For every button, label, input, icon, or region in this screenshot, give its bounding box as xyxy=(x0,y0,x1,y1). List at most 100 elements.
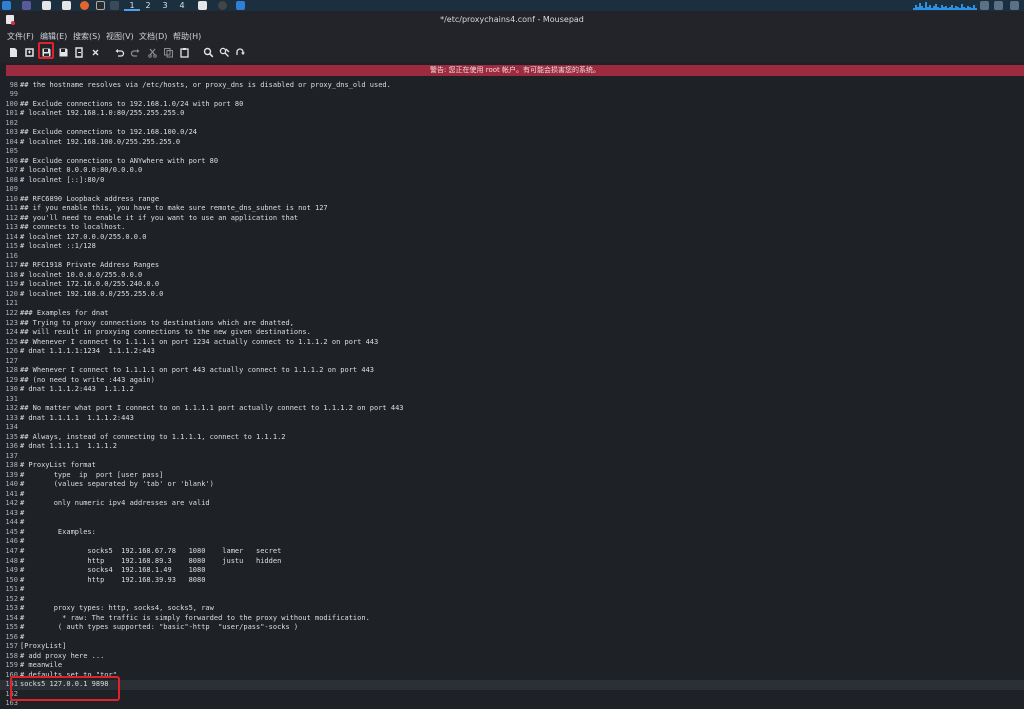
line-text[interactable]: ## you'll need to enable it if you want … xyxy=(18,214,298,224)
editor-line[interactable]: 110 ## RFC6890 Loopback address range xyxy=(0,195,1024,205)
editor-line[interactable]: 136 # dnat 1.1.1.1 1.1.1.2 xyxy=(0,442,1024,452)
mousepad-task-icon-2[interactable] xyxy=(218,1,227,10)
line-text[interactable]: # xyxy=(18,633,24,643)
line-text[interactable]: ## Exclude connections to 192.168.100.0/… xyxy=(18,128,197,138)
line-text[interactable]: # meanwile xyxy=(18,661,62,671)
menu-document[interactable]: 文档(D) xyxy=(139,31,167,42)
line-text[interactable]: ## RFC1918 Private Address Ranges xyxy=(18,261,159,271)
line-text[interactable]: # xyxy=(18,490,24,500)
line-text[interactable]: # localnet 0.0.0.0:80/0.0.0.0 xyxy=(18,166,142,176)
line-text[interactable]: # localnet 127.0.0.0/255.0.0.0 xyxy=(18,233,146,243)
copy-icon[interactable] xyxy=(163,47,174,58)
find-icon[interactable] xyxy=(203,47,214,58)
line-text[interactable]: # proxy types: http, socks4, socks5, raw xyxy=(18,604,214,614)
terminal-launcher-icon[interactable] xyxy=(22,1,31,10)
editor-line[interactable]: 141 # xyxy=(0,490,1024,500)
text-editor[interactable]: 98 ## the hostname resolves via /etc/host… xyxy=(0,78,1024,708)
editor-line[interactable]: 114 # localnet 127.0.0.0/255.0.0.0 xyxy=(0,233,1024,243)
editor-line[interactable]: 106 ## Exclude connections to ANYwhere wi… xyxy=(0,157,1024,167)
editor-line[interactable]: 109 xyxy=(0,185,1024,195)
editor-line[interactable]: 117 ## RFC1918 Private Address Ranges xyxy=(0,261,1024,271)
editor-line[interactable]: 108 # localnet [::]:80/0 xyxy=(0,176,1024,186)
workspace-1[interactable]: 1 xyxy=(124,0,140,11)
notification-icon[interactable] xyxy=(994,1,1003,10)
menu-search[interactable]: 搜索(S) xyxy=(73,31,100,42)
new-document-icon[interactable] xyxy=(8,47,19,58)
workspace-2[interactable]: 2 xyxy=(140,0,156,11)
workspace-3[interactable]: 3 xyxy=(157,0,173,11)
network-icon[interactable] xyxy=(980,1,989,10)
line-text[interactable]: # localnet ::1/128 xyxy=(18,242,96,252)
line-text[interactable]: # dnat 1.1.1.2:443 1.1.1.2 xyxy=(18,385,134,395)
editor-line[interactable]: 142 # only numeric ipv4 addresses are val… xyxy=(0,499,1024,509)
editor-line[interactable]: 121 xyxy=(0,299,1024,309)
menu-edit[interactable]: 编辑(E) xyxy=(40,31,67,42)
line-text[interactable]: # xyxy=(18,585,24,595)
line-text[interactable]: # type ip port [user pass] xyxy=(18,471,163,481)
editor-line[interactable]: 99 xyxy=(0,90,1024,100)
editor-line[interactable]: 145 # Examples: xyxy=(0,528,1024,538)
line-text[interactable]: # dnat 1.1.1.1 1.1.1.2 xyxy=(18,442,117,452)
line-text[interactable]: # only numeric ipv4 addresses are valid xyxy=(18,499,210,509)
dropdown-icon[interactable] xyxy=(110,1,119,10)
editor-line[interactable]: 105 xyxy=(0,147,1024,157)
line-text[interactable]: # localnet [::]:80/0 xyxy=(18,176,104,186)
line-text[interactable]: ## No matter what port I connect to on 1… xyxy=(18,404,404,414)
editor-line[interactable]: 102 xyxy=(0,119,1024,129)
mousepad-task-icon[interactable] xyxy=(198,1,207,10)
editor-line[interactable]: 140 # (values separated by 'tab' or 'blan… xyxy=(0,480,1024,490)
line-text[interactable]: ## Exclude connections to 192.168.1.0/24… xyxy=(18,100,243,110)
app-menu-icon[interactable] xyxy=(2,1,11,10)
editor-line[interactable]: 124 ## will result in proxying connection… xyxy=(0,328,1024,338)
editor-line[interactable]: 111 ## if you enable this, you have to ma… xyxy=(0,204,1024,214)
editor-line[interactable]: 126 # dnat 1.1.1.1:1234 1.1.1.2:443 xyxy=(0,347,1024,357)
editor-line[interactable]: 107 # localnet 0.0.0.0:80/0.0.0.0 xyxy=(0,166,1024,176)
editor-line[interactable]: 128 ## Whenever I connect to 1.1.1.1 on p… xyxy=(0,366,1024,376)
menu-view[interactable]: 视图(V) xyxy=(106,31,134,42)
editor-line[interactable]: 143 # xyxy=(0,509,1024,519)
line-text[interactable]: # http 192.168.39.93 8080 xyxy=(18,576,205,586)
line-text[interactable]: # xyxy=(18,537,24,547)
editor-line[interactable]: 118 # localnet 10.0.0.0/255.0.0.0 xyxy=(0,271,1024,281)
goto-line-icon[interactable] xyxy=(235,47,246,58)
editor-line[interactable]: 112 ## you'll need to enable it if you wa… xyxy=(0,214,1024,224)
paste-icon[interactable] xyxy=(179,47,190,58)
editor-line[interactable]: 100 ## Exclude connections to 192.168.1.0… xyxy=(0,100,1024,110)
line-text[interactable]: ### Examples for dnat xyxy=(18,309,109,319)
line-text[interactable]: ## if you enable this, you have to make … xyxy=(18,204,328,214)
editor-line[interactable]: 123 ## Trying to proxy connections to des… xyxy=(0,319,1024,329)
terminal-icon[interactable] xyxy=(96,1,105,10)
editor-line[interactable]: 149 # socks4 192.168.1.49 1080 xyxy=(0,566,1024,576)
menu-help[interactable]: 帮助(H) xyxy=(173,31,201,42)
editor-line[interactable]: 148 # http 192.168.89.3 8080 justu hidden xyxy=(0,557,1024,567)
editor-line[interactable]: 103 ## Exclude connections to 192.168.100… xyxy=(0,128,1024,138)
undo-icon[interactable] xyxy=(114,47,125,58)
save-as-icon[interactable] xyxy=(58,47,69,58)
editor-line[interactable]: 137 xyxy=(0,452,1024,462)
line-text[interactable]: # localnet 172.16.0.0/255.240.0.0 xyxy=(18,280,159,290)
line-text[interactable]: ## the hostname resolves via /etc/hosts,… xyxy=(18,81,391,91)
line-text[interactable]: # (values separated by 'tab' or 'blank') xyxy=(18,480,214,490)
editor-line[interactable]: 115 # localnet ::1/128 xyxy=(0,242,1024,252)
line-text[interactable]: # add proxy here ... xyxy=(18,652,104,662)
editor-line[interactable]: 153 # proxy types: http, socks4, socks5, … xyxy=(0,604,1024,614)
text-editor-icon[interactable] xyxy=(62,1,71,10)
editor-line[interactable]: 161 socks5 127.0.0.1 9898 xyxy=(0,680,1024,690)
new-window-icon[interactable] xyxy=(24,47,35,58)
editor-line[interactable]: 151 # xyxy=(0,585,1024,595)
line-text[interactable]: # xyxy=(18,509,24,519)
line-text[interactable]: ## connects to localhost. xyxy=(18,223,125,233)
editor-line[interactable]: 104 # localnet 192.168.100.0/255.255.255.… xyxy=(0,138,1024,148)
line-text[interactable]: # localnet 192.168.0.0/255.255.0.0 xyxy=(18,290,163,300)
editor-line[interactable]: 131 xyxy=(0,395,1024,405)
editor-line[interactable]: 134 xyxy=(0,423,1024,433)
line-text[interactable]: # localnet 192.168.100.0/255.255.255.0 xyxy=(18,138,180,148)
editor-line[interactable]: 147 # socks5 192.168.67.78 1080 lamer sec… xyxy=(0,547,1024,557)
line-text[interactable]: # xyxy=(18,518,24,528)
editor-line[interactable]: 133 # dnat 1.1.1.1 1.1.1.2:443 xyxy=(0,414,1024,424)
redo-icon[interactable] xyxy=(130,47,141,58)
editor-line[interactable]: 130 # dnat 1.1.1.2:443 1.1.1.2 xyxy=(0,385,1024,395)
editor-line[interactable]: 139 # type ip port [user pass] xyxy=(0,471,1024,481)
editor-line[interactable]: 163 xyxy=(0,699,1024,709)
editor-line[interactable]: 162 xyxy=(0,690,1024,700)
